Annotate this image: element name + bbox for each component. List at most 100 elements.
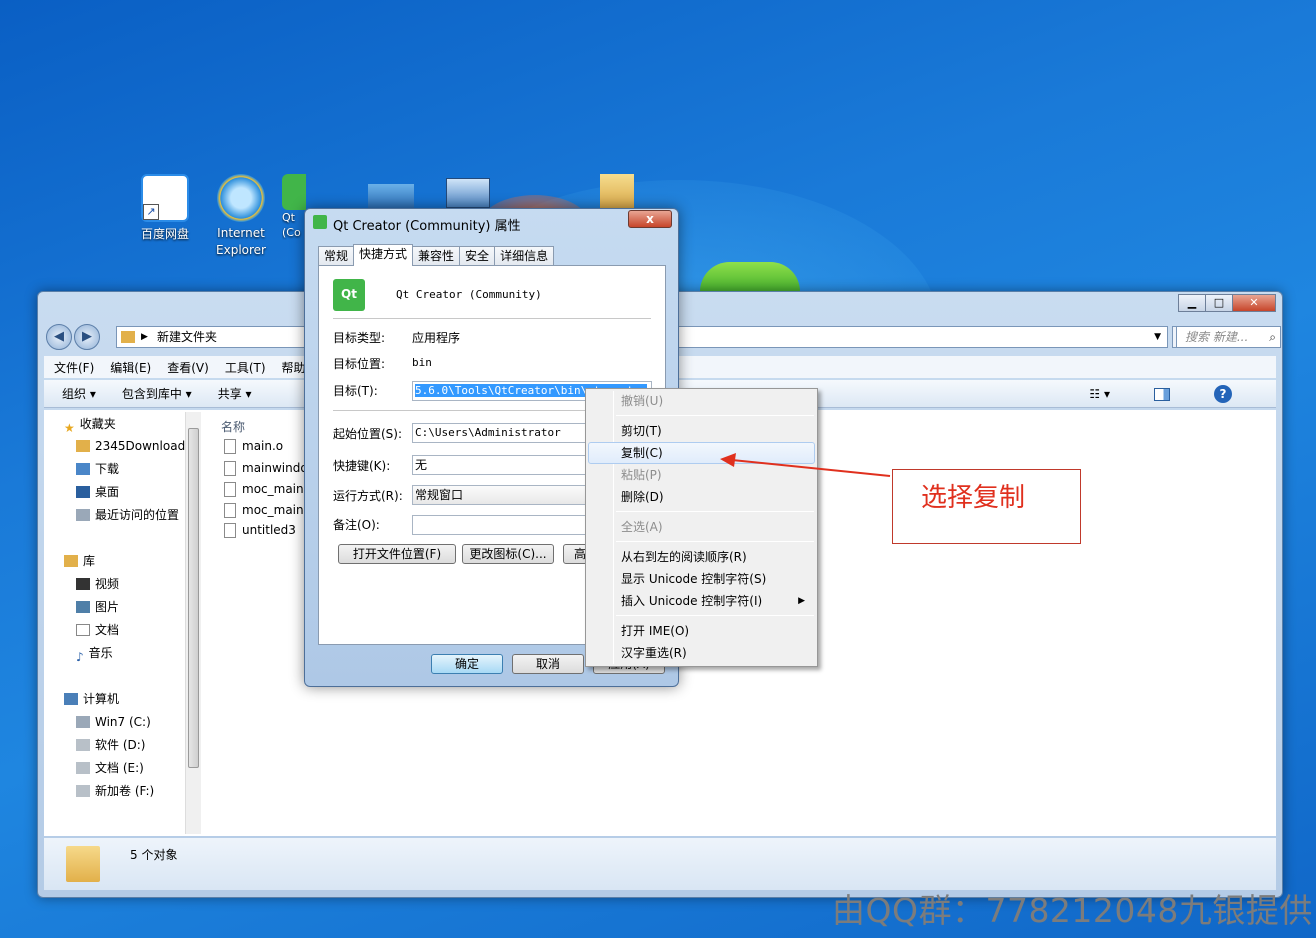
nav-item-pictures[interactable]: 图片	[76, 597, 119, 617]
breadcrumb[interactable]: 新建文件夹	[157, 330, 217, 344]
list-item[interactable]: moc_mainv	[224, 500, 311, 520]
menu-item-insert-unicode[interactable]: 插入 Unicode 控制字符(I) ▶	[588, 590, 815, 612]
list-item[interactable]: untitled3	[224, 520, 296, 540]
change-icon-button[interactable]: 更改图标(C)...	[462, 544, 554, 564]
maximize-button[interactable]: □	[1205, 294, 1233, 312]
target-label: 目标(T):	[333, 384, 378, 398]
menu-item-show-unicode[interactable]: 显示 Unicode 控制字符(S)	[588, 568, 815, 590]
help-icon[interactable]: ?	[1214, 385, 1232, 403]
organize-button[interactable]: 组织 ▾	[62, 385, 96, 402]
nav-item-drive-c[interactable]: Win7 (C:)	[76, 712, 151, 732]
nav-libraries[interactable]: 库	[64, 551, 95, 571]
nav-label: 桌面	[95, 485, 120, 499]
menu-view[interactable]: 查看(V)	[167, 359, 209, 376]
tab-compatibility[interactable]: 兼容性	[412, 246, 461, 266]
divider	[333, 318, 651, 319]
close-button[interactable]: x	[628, 210, 672, 228]
qt-icon	[282, 174, 306, 210]
back-button[interactable]: ◀	[46, 324, 72, 350]
file-icon	[224, 460, 236, 476]
include-library-button[interactable]: 包含到库中 ▾	[122, 385, 192, 402]
cancel-button[interactable]: 取消	[512, 654, 584, 674]
desktop-icon-label: Internet Explorer	[216, 226, 266, 257]
search-input[interactable]: 搜索 新建... ⌕	[1176, 326, 1281, 348]
tab-strip: 常规 快捷方式 兼容性 安全 详细信息	[318, 244, 555, 266]
nav-label: 新加卷 (F:)	[95, 784, 155, 798]
folder-icon	[121, 331, 135, 343]
window-controls: ▁ □ ✕	[1178, 294, 1276, 312]
tab-general[interactable]: 常规	[318, 246, 355, 266]
target-type-label: 目标类型:	[333, 331, 386, 345]
nav-label: 音乐	[88, 646, 113, 660]
scrollbar-thumb[interactable]	[188, 428, 199, 768]
nav-item-drive-e[interactable]: 文档 (E:)	[76, 758, 144, 778]
menu-edit[interactable]: 编辑(E)	[110, 359, 151, 376]
dialog-title: Qt Creator (Community) 属性	[333, 219, 521, 234]
list-item[interactable]: main.o	[224, 436, 283, 456]
menu-file[interactable]: 文件(F)	[54, 359, 94, 376]
tab-details[interactable]: 详细信息	[494, 246, 555, 266]
open-file-location-button[interactable]: 打开文件位置(F)	[338, 544, 456, 564]
downloads-icon	[76, 463, 90, 475]
context-menu: 撤销(U) 剪切(T) 复制(C) 粘贴(P) 删除(D) 全选(A) 从右到左…	[585, 388, 818, 667]
file-icon	[224, 502, 236, 518]
desktop-icon-qt[interactable]: Qt (Co	[282, 174, 306, 240]
column-header-name[interactable]: 名称	[221, 418, 245, 435]
annotation-box: 选择复制	[892, 469, 1081, 544]
tab-shortcut[interactable]: 快捷方式	[353, 244, 414, 266]
menu-item-select-all[interactable]: 全选(A)	[588, 516, 815, 538]
nav-item-download-folder[interactable]: 2345Download	[76, 436, 185, 456]
menu-item-reconversion[interactable]: 汉字重选(R)	[588, 642, 815, 664]
nav-item-documents[interactable]: 文档	[76, 620, 119, 640]
navigation-pane: ★ 收藏夹 2345Download 下载 桌面 最近访问的位置 库 视频 图片 …	[44, 410, 201, 836]
nav-item-downloads[interactable]: 下载	[76, 459, 119, 479]
nav-item-videos[interactable]: 视频	[76, 574, 119, 594]
drive-icon	[76, 739, 90, 751]
menu-tools[interactable]: 工具(T)	[225, 359, 266, 376]
command-bar-right: ☷ ▾ ?	[1089, 385, 1258, 403]
nav-item-drive-d[interactable]: 软件 (D:)	[76, 735, 145, 755]
nav-favorites[interactable]: ★ 收藏夹	[64, 414, 116, 435]
menu-separator	[616, 511, 814, 512]
chevron-down-icon[interactable]: ▼	[1154, 327, 1161, 347]
view-options-icon[interactable]: ☷ ▾	[1089, 387, 1110, 401]
nav-item-recent[interactable]: 最近访问的位置	[76, 505, 179, 525]
submenu-arrow-icon: ▶	[798, 596, 805, 606]
menu-item-open-ime[interactable]: 打开 IME(O)	[588, 620, 815, 642]
documents-icon	[76, 624, 90, 636]
video-icon	[76, 578, 90, 590]
music-icon: ♪	[76, 650, 84, 664]
comment-label: 备注(O):	[333, 518, 380, 532]
menu-item-copy[interactable]: 复制(C)	[588, 442, 815, 464]
drive-icon	[76, 716, 90, 728]
menu-item-delete[interactable]: 删除(D)	[588, 486, 815, 508]
computer-icon	[64, 693, 78, 705]
close-button[interactable]: ✕	[1232, 294, 1276, 312]
nav-item-desktop[interactable]: 桌面	[76, 482, 119, 502]
list-item[interactable]: moc_mainv	[224, 479, 311, 499]
preview-pane-icon[interactable]	[1154, 387, 1170, 401]
desktop-icon-ie[interactable]: Internet Explorer	[206, 174, 276, 259]
desktop-icon-baidu[interactable]: ↗ 百度网盘	[130, 174, 200, 242]
nav-computer[interactable]: 计算机	[64, 689, 119, 709]
forward-button[interactable]: ▶	[74, 324, 100, 350]
menu-item-cut[interactable]: 剪切(T)	[588, 420, 815, 442]
menu-item-rtl[interactable]: 从右到左的阅读顺序(R)	[588, 546, 815, 568]
nav-label: 文档 (E:)	[95, 761, 144, 775]
nav-scrollbar[interactable]	[185, 412, 201, 834]
ok-button[interactable]: 确定	[431, 654, 503, 674]
nav-label: Win7 (C:)	[95, 715, 151, 729]
nav-item-music[interactable]: ♪ 音乐	[76, 643, 113, 664]
nav-item-drive-f[interactable]: 新加卷 (F:)	[76, 781, 154, 801]
nav-label: 2345Download	[95, 439, 186, 453]
menu-separator	[616, 415, 814, 416]
minimize-button[interactable]: ▁	[1178, 294, 1206, 312]
hotkey-label: 快捷键(K):	[333, 459, 391, 473]
menu-item-paste[interactable]: 粘贴(P)	[588, 464, 815, 486]
menu-item-undo[interactable]: 撤销(U)	[588, 390, 815, 412]
app-name: Qt Creator (Community)	[396, 288, 542, 301]
nav-label: 下载	[95, 462, 120, 476]
list-item[interactable]: mainwindo	[224, 458, 308, 478]
share-button[interactable]: 共享 ▾	[218, 385, 252, 402]
tab-security[interactable]: 安全	[459, 246, 496, 266]
